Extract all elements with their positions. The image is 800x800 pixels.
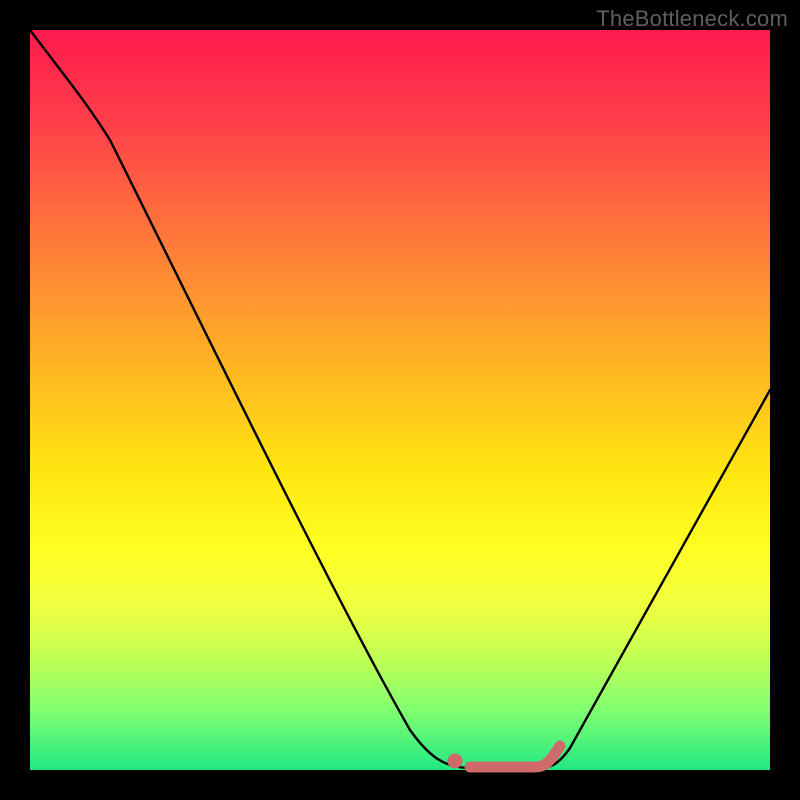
curve-svg (30, 30, 770, 770)
watermark-text: TheBottleneck.com (596, 6, 788, 32)
plot-area (30, 30, 770, 770)
optimal-flat-segment (470, 746, 560, 767)
optimal-start-marker (448, 754, 463, 769)
bottleneck-curve (30, 30, 770, 768)
chart-frame: TheBottleneck.com (0, 0, 800, 800)
